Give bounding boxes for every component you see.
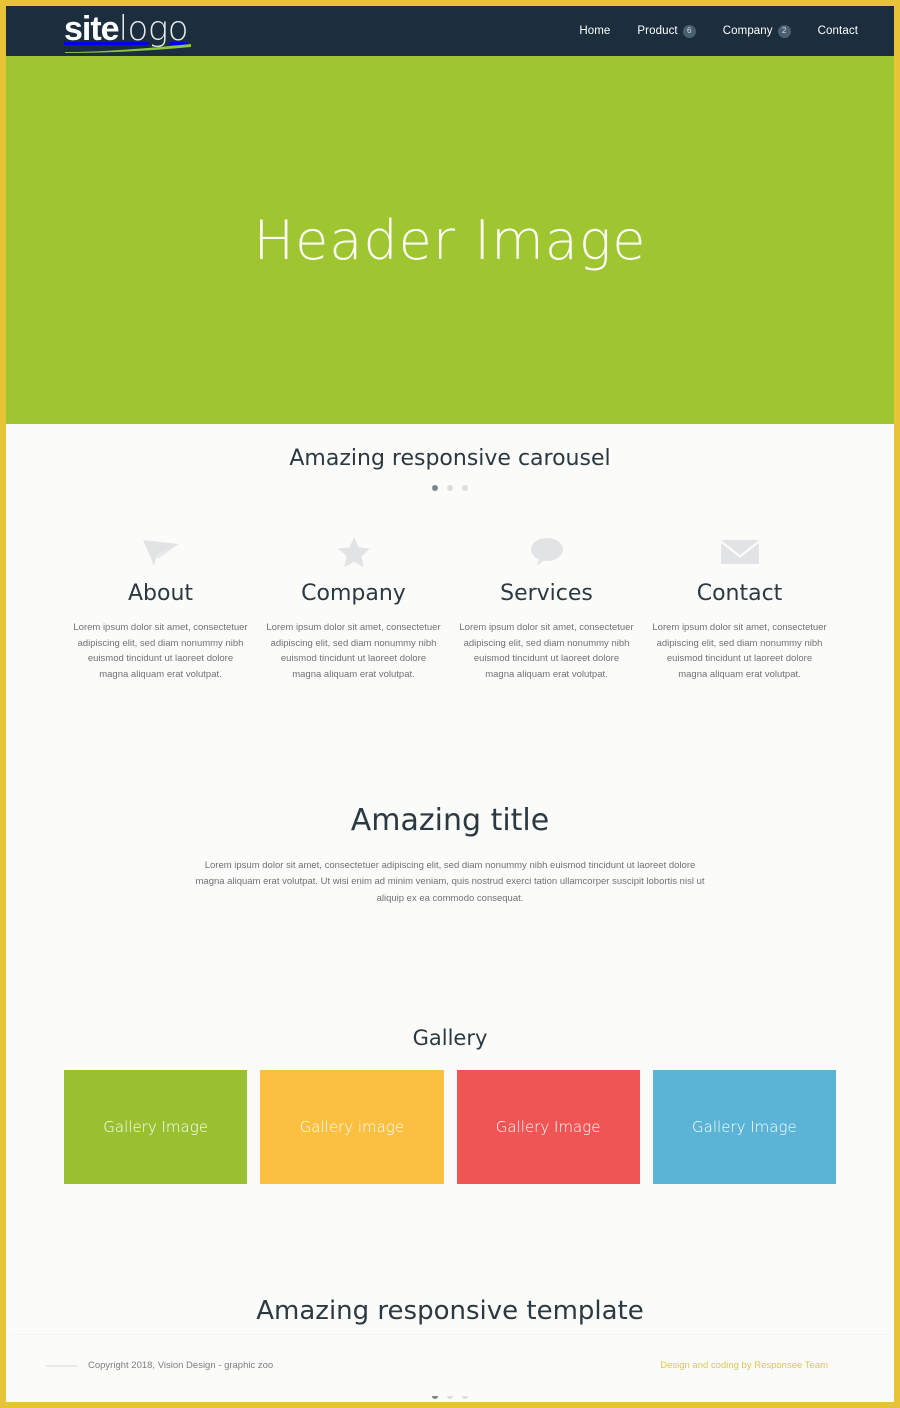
star-icon bbox=[265, 531, 442, 573]
nav-link-product[interactable]: Product 6 bbox=[637, 24, 696, 38]
site-logo[interactable]: site logo bbox=[64, 9, 191, 53]
header-image-title: Header Image bbox=[253, 208, 647, 272]
nav-link-home[interactable]: Home bbox=[579, 25, 610, 37]
header-image-banner: Header Image bbox=[6, 56, 894, 424]
footer-divider-mark bbox=[46, 1364, 78, 1367]
gallery-tile-3-label: Gallery Image bbox=[495, 1117, 601, 1136]
footer-credit-link[interactable]: Design and coding by Responsee Team bbox=[660, 1360, 828, 1371]
template-title: Amazing responsive template bbox=[256, 1295, 644, 1326]
navbar: site logo Home Product 6 Company 2 Contac… bbox=[6, 6, 894, 56]
feature-services-text: Lorem ipsum dolor sit amet, consectetuer… bbox=[459, 622, 634, 681]
feature-company: Company Lorem ipsum dolor sit amet, cons… bbox=[257, 531, 450, 683]
feature-services: Services Lorem ipsum dolor sit amet, con… bbox=[450, 531, 643, 683]
amazing-title: Amazing title bbox=[350, 802, 550, 838]
feature-services-title: Services bbox=[500, 581, 593, 606]
nav-badge-company: 2 bbox=[777, 24, 791, 38]
feature-company-text: Lorem ipsum dolor sit amet, consectetuer… bbox=[266, 622, 441, 681]
nav-link-contact[interactable]: Contact bbox=[818, 25, 858, 37]
feature-company-title: Company bbox=[301, 581, 406, 606]
nav-link-home-label: Home bbox=[579, 25, 611, 37]
feature-contact: Contact Lorem ipsum dolor sit amet, cons… bbox=[643, 531, 836, 683]
amazing-text: Lorem ipsum dolor sit amet, consectetuer… bbox=[195, 859, 705, 904]
gallery-grid: Gallery Image Gallery image Gallery Imag… bbox=[6, 1050, 894, 1184]
gallery-tile-4[interactable]: Gallery Image bbox=[652, 1069, 836, 1184]
gallery-title: Gallery bbox=[412, 1025, 488, 1050]
carousel-section: Amazing responsive carousel bbox=[6, 424, 894, 491]
feature-about: About Lorem ipsum dolor sit amet, consec… bbox=[64, 531, 257, 683]
feature-about-title: About bbox=[127, 581, 194, 606]
logo-swoosh-icon bbox=[65, 44, 191, 53]
speech-bubble-icon bbox=[458, 531, 635, 573]
amazing-title-section: Amazing title Lorem ipsum dolor sit amet… bbox=[6, 682, 894, 908]
nav-link-contact-label: Contact bbox=[817, 25, 858, 37]
nav-links: Home Product 6 Company 2 Contact bbox=[579, 24, 858, 38]
feature-contact-title: Contact bbox=[696, 581, 783, 606]
gallery-tile-3[interactable]: Gallery Image bbox=[456, 1069, 640, 1184]
gallery-section: Gallery Gallery Image Gallery image Gall… bbox=[6, 907, 894, 1184]
nav-link-product-label: Product bbox=[637, 25, 678, 37]
footer: Copyright 2018, Vision Design - graphic … bbox=[12, 1334, 888, 1396]
gallery-tile-2-label: Gallery image bbox=[299, 1117, 405, 1136]
logo-light-text: logo bbox=[118, 9, 189, 49]
nav-link-company[interactable]: Company 2 bbox=[722, 24, 791, 38]
footer-copyright: Copyright 2018, Vision Design - graphic … bbox=[88, 1360, 274, 1371]
gallery-tile-4-label: Gallery Image bbox=[692, 1117, 797, 1136]
paper-plane-icon bbox=[72, 531, 249, 573]
features-section: About Lorem ipsum dolor sit amet, consec… bbox=[6, 491, 894, 683]
carousel-dot-2[interactable] bbox=[447, 485, 453, 491]
nav-badge-product: 6 bbox=[682, 24, 696, 38]
footer-left: Copyright 2018, Vision Design - graphic … bbox=[46, 1360, 273, 1371]
gallery-tile-1[interactable]: Gallery Image bbox=[64, 1069, 248, 1184]
carousel-title: Amazing responsive carousel bbox=[289, 446, 611, 471]
nav-link-company-label: Company bbox=[722, 25, 773, 37]
feature-about-text: Lorem ipsum dolor sit amet, consectetuer… bbox=[73, 622, 248, 681]
page-root: site logo Home Product 6 Company 2 Contac… bbox=[0, 0, 900, 1408]
gallery-tile-2[interactable]: Gallery image bbox=[260, 1069, 444, 1184]
envelope-icon bbox=[651, 531, 828, 573]
logo-bold-text: site bbox=[64, 10, 120, 48]
feature-contact-text: Lorem ipsum dolor sit amet, consectetuer… bbox=[652, 622, 827, 681]
carousel-dot-1[interactable] bbox=[432, 485, 438, 491]
gallery-tile-1-label: Gallery Image bbox=[103, 1117, 208, 1136]
carousel-dot-3[interactable] bbox=[462, 485, 468, 491]
